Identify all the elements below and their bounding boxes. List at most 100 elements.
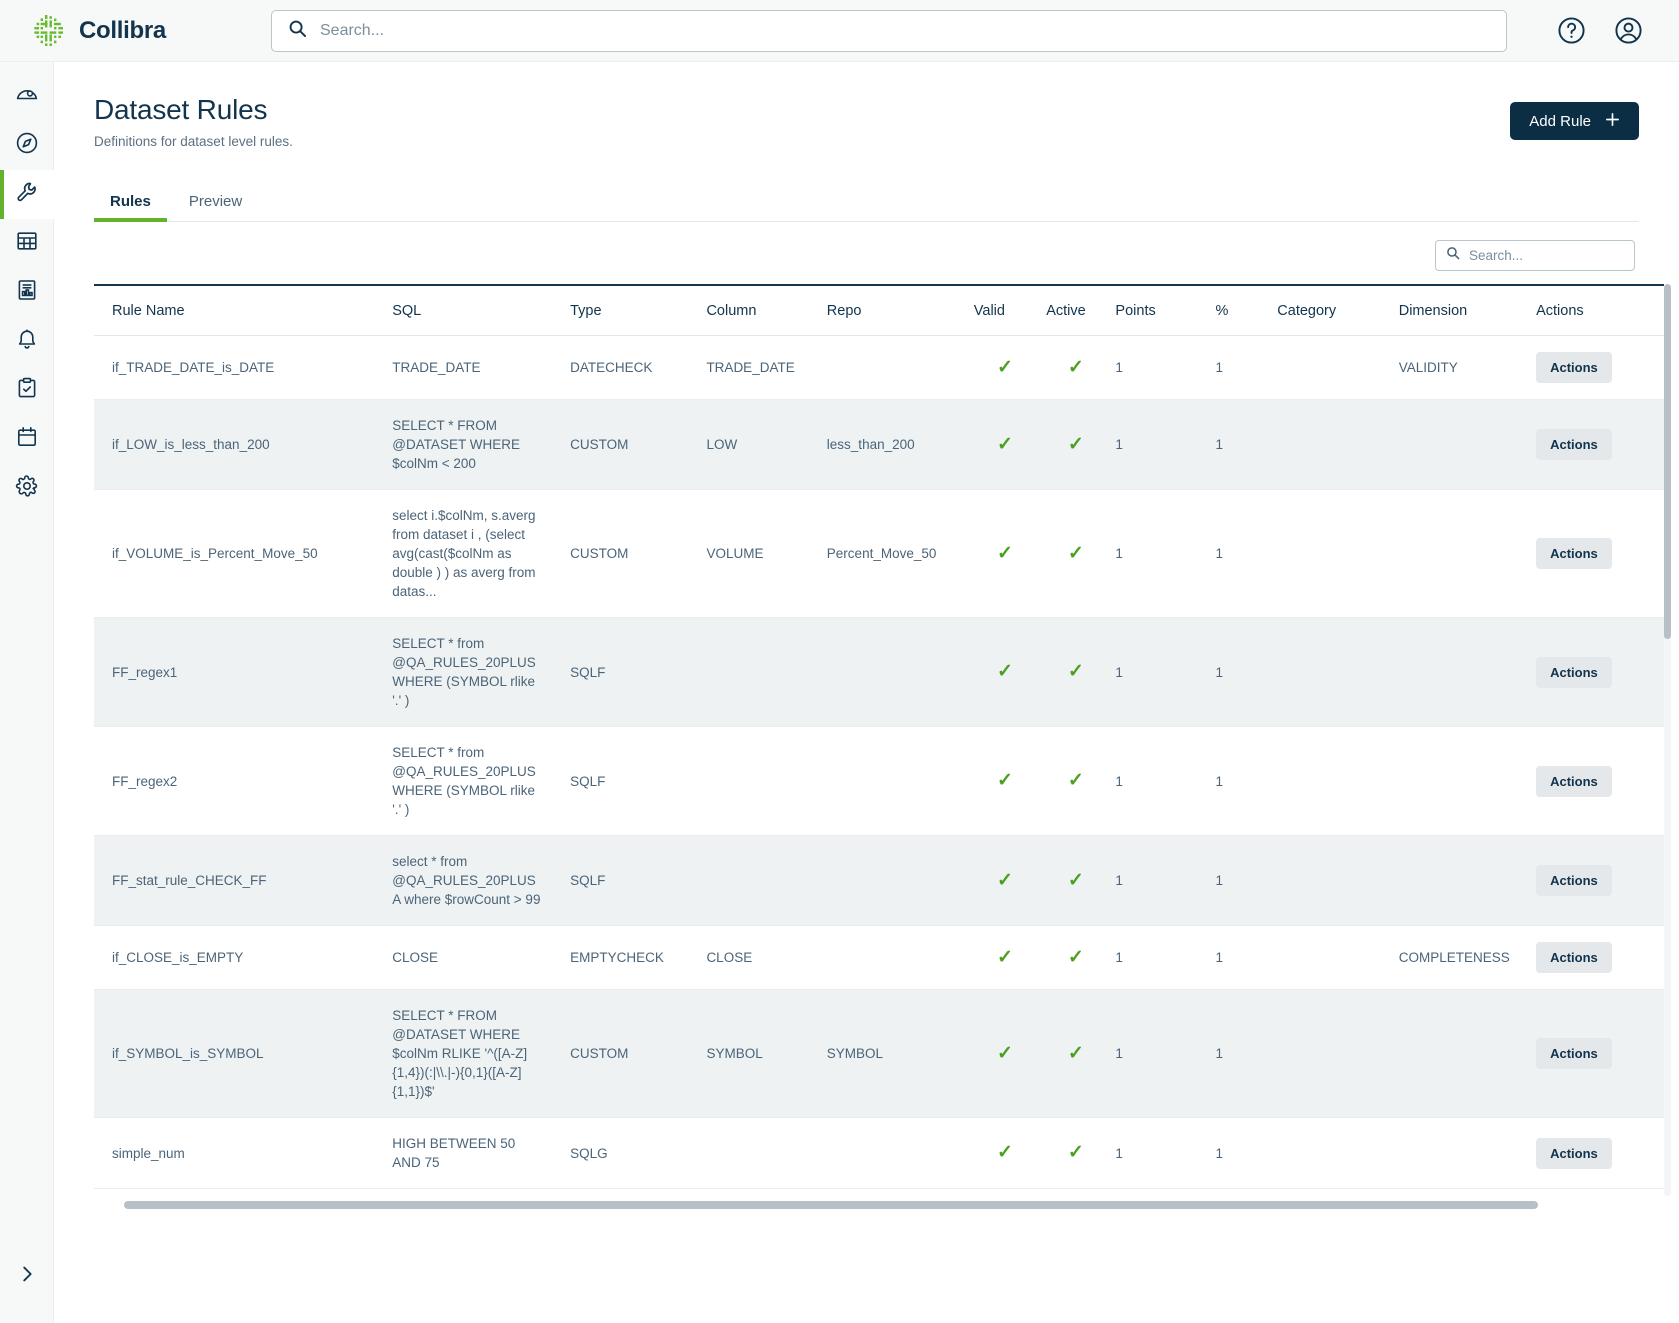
sidebar-item-schedule[interactable] (0, 415, 54, 464)
table-row[interactable]: if_VOLUME_is_Percent_Move_50select i.$co… (94, 490, 1664, 618)
cell-sql: SELECT * FROM @DATASET WHERE $colNm < 20… (392, 400, 570, 490)
page-header: Dataset Rules Definitions for dataset le… (54, 62, 1679, 149)
vertical-scrollbar-thumb[interactable] (1664, 284, 1671, 639)
cell-type: CUSTOM (570, 490, 706, 618)
row-actions-button[interactable]: Actions (1536, 766, 1612, 797)
cell-repo (827, 926, 974, 990)
row-actions-button[interactable]: Actions (1536, 657, 1612, 688)
cell-percent: 1 (1216, 618, 1278, 727)
global-search-input[interactable]: Search... (271, 10, 1507, 52)
col-header-actions[interactable]: Actions (1536, 285, 1664, 336)
tab-preview[interactable]: Preview (173, 185, 258, 221)
col-header-points[interactable]: Points (1115, 285, 1215, 336)
page-subtitle: Definitions for dataset level rules. (94, 134, 293, 149)
cell-actions: Actions (1536, 1118, 1664, 1189)
cell-points: 1 (1115, 336, 1215, 400)
cell-valid: ✓ (974, 926, 1046, 990)
sidebar-item-reports[interactable] (0, 268, 54, 317)
sidebar-item-dashboard[interactable] (0, 72, 54, 121)
sidebar-expand-button[interactable] (0, 1252, 54, 1301)
add-rule-button[interactable]: Add Rule (1510, 102, 1639, 140)
cell-valid: ✓ (974, 990, 1046, 1118)
report-document-icon (15, 278, 39, 307)
sidebar-item-settings[interactable] (0, 464, 54, 513)
cell-active: ✓ (1046, 618, 1115, 727)
tab-rules[interactable]: Rules (94, 185, 167, 221)
cell-valid: ✓ (974, 490, 1046, 618)
table-row[interactable]: if_TRADE_DATE_is_DATETRADE_DATEDATECHECK… (94, 336, 1664, 400)
row-actions-button[interactable]: Actions (1536, 942, 1612, 973)
cell-repo (827, 1118, 974, 1189)
vertical-scrollbar[interactable] (1664, 284, 1671, 1196)
check-icon: ✓ (1068, 1043, 1084, 1064)
cell-active: ✓ (1046, 490, 1115, 618)
cell-points: 1 (1115, 618, 1215, 727)
table-row[interactable]: if_CLOSE_is_EMPTYCLOSEEMPTYCHECKCLOSE✓✓1… (94, 926, 1664, 990)
col-header-category[interactable]: Category (1277, 285, 1398, 336)
horizontal-scrollbar-thumb[interactable] (124, 1201, 1538, 1209)
row-actions-button[interactable]: Actions (1536, 429, 1612, 460)
cell-column (706, 1118, 826, 1189)
table-row[interactable]: if_LOW_is_less_than_200SELECT * FROM @DA… (94, 400, 1664, 490)
check-icon: ✓ (997, 661, 1013, 682)
table-search-input[interactable]: Search... (1435, 240, 1635, 271)
cell-dimension (1399, 836, 1536, 926)
main-content: Dataset Rules Definitions for dataset le… (54, 62, 1679, 1323)
sidebar-item-rules[interactable] (0, 170, 54, 219)
brand[interactable]: Collibra (32, 14, 217, 48)
table-row[interactable]: FF_regex1SELECT * from @QA_RULES_20PLUS … (94, 618, 1664, 727)
cell-actions: Actions (1536, 926, 1664, 990)
sidebar-item-assignments[interactable] (0, 366, 54, 415)
cell-column: SYMBOL (706, 990, 826, 1118)
cell-type: SQLF (570, 727, 706, 836)
user-circle-icon[interactable] (1614, 16, 1643, 45)
row-actions-button[interactable]: Actions (1536, 1038, 1612, 1069)
horizontal-scrollbar[interactable] (124, 1201, 1538, 1209)
cell-percent: 1 (1216, 490, 1278, 618)
check-icon: ✓ (997, 543, 1013, 564)
row-actions-button[interactable]: Actions (1536, 538, 1612, 569)
row-actions-button[interactable]: Actions (1536, 352, 1612, 383)
sidebar-item-explore[interactable] (0, 121, 54, 170)
cell-points: 1 (1115, 990, 1215, 1118)
table-row[interactable]: FF_regex2SELECT * from @QA_RULES_20PLUS … (94, 727, 1664, 836)
check-icon: ✓ (1068, 357, 1084, 378)
gear-icon (15, 474, 39, 503)
col-header-repo[interactable]: Repo (827, 285, 974, 336)
search-icon (1446, 246, 1460, 265)
cell-repo (827, 836, 974, 926)
table-row[interactable]: simple_numHIGH BETWEEN 50 AND 75SQLG✓✓11… (94, 1118, 1664, 1189)
cell-points: 1 (1115, 400, 1215, 490)
search-icon (288, 19, 307, 43)
col-header-sql[interactable]: SQL (392, 285, 570, 336)
check-icon: ✓ (997, 870, 1013, 891)
help-circle-icon[interactable] (1557, 16, 1586, 45)
col-header-percent[interactable]: % (1216, 285, 1278, 336)
cell-rule-name: if_SYMBOL_is_SYMBOL (94, 990, 392, 1118)
cell-points: 1 (1115, 727, 1215, 836)
col-header-active[interactable]: Active (1046, 285, 1115, 336)
table-row[interactable]: if_SYMBOL_is_SYMBOLSELECT * FROM @DATASE… (94, 990, 1664, 1118)
col-header-dimension[interactable]: Dimension (1399, 285, 1536, 336)
check-icon: ✓ (997, 357, 1013, 378)
collibra-logo-icon (32, 14, 66, 48)
cell-rule-name: if_TRADE_DATE_is_DATE (94, 336, 392, 400)
col-header-type[interactable]: Type (570, 285, 706, 336)
table-row[interactable]: FF_stat_rule_CHECK_FFselect * from @QA_R… (94, 836, 1664, 926)
col-header-rule-name[interactable]: Rule Name (94, 285, 392, 336)
check-icon: ✓ (1068, 543, 1084, 564)
row-actions-button[interactable]: Actions (1536, 865, 1612, 896)
gauge-icon (15, 82, 39, 111)
table-header-row: Rule Name SQL Type Column Repo Valid Act… (94, 285, 1664, 336)
row-actions-button[interactable]: Actions (1536, 1138, 1612, 1169)
sidebar-item-datasets[interactable] (0, 219, 54, 268)
col-header-valid[interactable]: Valid (974, 285, 1046, 336)
cell-sql: select i.$colNm, s.averg from dataset i … (392, 490, 570, 618)
check-icon: ✓ (997, 1142, 1013, 1163)
sidebar-item-alerts[interactable] (0, 317, 54, 366)
col-header-column[interactable]: Column (706, 285, 826, 336)
cell-type: SQLG (570, 1118, 706, 1189)
add-rule-label: Add Rule (1529, 113, 1591, 130)
tab-bar: Rules Preview (94, 185, 1639, 222)
cell-dimension (1399, 400, 1536, 490)
